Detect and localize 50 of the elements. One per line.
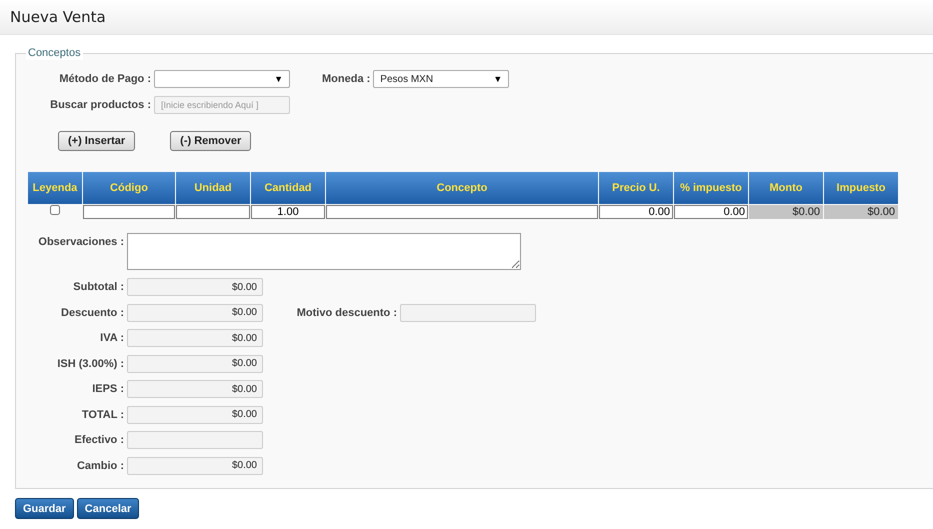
observations-field[interactable] (127, 233, 521, 270)
currency-select[interactable]: Pesos MXN ▼ (373, 70, 510, 88)
total-label: Cambio : (76, 460, 124, 472)
amount-field[interactable]: $0.00 (127, 329, 263, 347)
amount-field[interactable]: $0.00 (127, 304, 263, 322)
column-header: Impuesto (824, 172, 898, 204)
discount-reason-label: Motivo descuento : (296, 306, 397, 318)
amount-field[interactable] (127, 431, 263, 449)
observations-label: Observaciones : (37, 235, 124, 250)
column-header: Concepto (326, 172, 598, 204)
column-header: Unidad (176, 172, 250, 204)
table-input[interactable]: 0.00 (674, 205, 748, 219)
amount-field[interactable]: $0.00 (127, 406, 263, 424)
section-legend: Conceptos (26, 46, 83, 60)
amount-field[interactable]: $0.00 (127, 354, 263, 372)
column-header: Código (83, 172, 175, 204)
total-label: TOTAL : (80, 408, 124, 420)
table-input[interactable] (176, 205, 250, 219)
total-label: Subtotal : (72, 281, 124, 293)
search-label: Buscar productos : (49, 99, 151, 111)
column-header: Cantidad (251, 172, 325, 204)
total-label: IVA : (99, 332, 124, 344)
form-button[interactable]: Cancelar (76, 498, 140, 519)
amount-cell: $0.00 (749, 205, 823, 219)
search-field[interactable]: [Inicie escribiendo Aquí ] (154, 96, 290, 114)
amount-field[interactable]: $0.00 (127, 278, 263, 296)
column-header: % impuesto (674, 172, 748, 204)
total-label: Descuento : (60, 306, 124, 318)
column-header: Leyenda (28, 172, 82, 204)
action-button[interactable]: (-) Remover (170, 131, 252, 151)
table-input[interactable]: 1.00 (251, 205, 325, 219)
currency-label: Moneda : (322, 73, 370, 85)
total-label: Efectivo : (73, 434, 124, 446)
form-button[interactable]: Guardar (15, 498, 74, 519)
payment-method-select[interactable]: ▼ (154, 70, 290, 88)
total-label: IEPS : (91, 383, 124, 395)
total-label: ISH (3.00%) : (56, 358, 124, 370)
table-input[interactable] (326, 205, 598, 219)
row-checkbox[interactable] (50, 205, 60, 215)
amount-field[interactable]: $0.00 (127, 456, 263, 474)
amount-field[interactable]: $0.00 (127, 380, 263, 398)
page-title: Nueva Venta (10, 8, 106, 26)
column-header: Precio U. (599, 172, 673, 204)
payment-method-label: Método de Pago : (58, 73, 151, 85)
column-header: Monto (749, 172, 823, 204)
table-input[interactable] (83, 205, 175, 219)
discount-reason-field[interactable] (400, 304, 536, 322)
action-button[interactable]: (+) Insertar (58, 131, 136, 151)
table-input[interactable]: 0.00 (599, 205, 673, 219)
amount-cell: $0.00 (824, 205, 898, 219)
